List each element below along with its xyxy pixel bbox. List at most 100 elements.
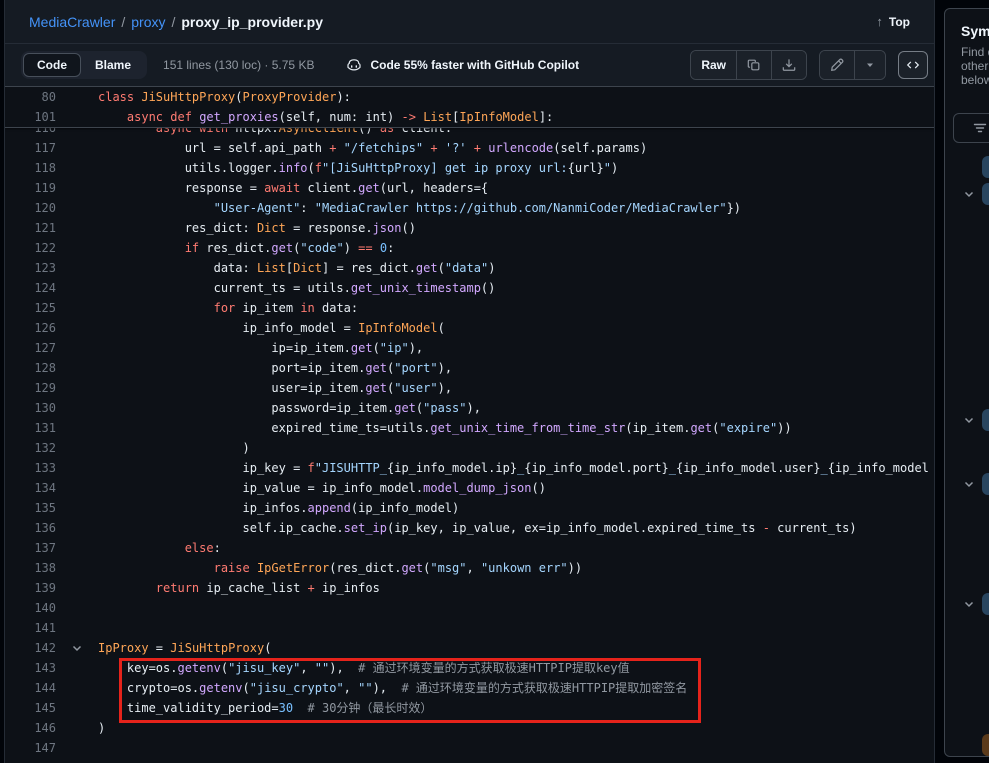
fold-column (56, 378, 98, 398)
symbol-pill[interactable] (982, 734, 989, 756)
line-number[interactable]: 137 (5, 538, 56, 558)
copy-button[interactable] (736, 51, 771, 79)
line-number[interactable]: 141 (5, 618, 56, 638)
code-line: 131 expired_time_ts=utils.get_unix_time_… (5, 418, 934, 438)
code-viewer: 80class JiSuHttpProxy(ProxyProvider):101… (5, 87, 934, 762)
line-number[interactable]: 145 (5, 698, 56, 718)
code-line-content: ip_info_model = IpInfoModel( (98, 318, 445, 338)
code-line-content: utils.logger.info(f"[JiSuHttpProxy] get … (98, 158, 618, 178)
symbol-pill[interactable] (982, 183, 989, 205)
code-line-content: return ip_cache_list + ip_infos (98, 578, 380, 598)
code-line: 129 user=ip_item.get("user"), (5, 378, 934, 398)
fold-column (56, 438, 98, 458)
fold-column (56, 558, 98, 578)
line-number[interactable]: 120 (5, 198, 56, 218)
file-toolbar: Code Blame 151 lines (130 loc) · 5.75 KB… (5, 44, 934, 87)
chevron-down-icon[interactable] (963, 598, 975, 610)
code-line-content: raise IpGetError(res_dict.get("msg", "un… (98, 558, 582, 578)
line-number[interactable]: 140 (5, 598, 56, 618)
breadcrumb-separator: / (171, 14, 175, 30)
breadcrumb-folder-link[interactable]: proxy (131, 14, 165, 30)
download-icon (782, 58, 796, 72)
download-button[interactable] (771, 51, 806, 79)
edit-dropdown-button[interactable] (854, 51, 885, 79)
fold-column (56, 278, 98, 298)
code-line: 133 ip_key = f"JISUHTTP_{ip_info_model.i… (5, 458, 934, 478)
chevron-down-icon[interactable] (963, 188, 975, 200)
fold-column (56, 218, 98, 238)
code-line-content: data: List[Dict] = res_dict.get("data") (98, 258, 495, 278)
code-line-content: port=ip_item.get("port"), (98, 358, 452, 378)
line-number[interactable]: 135 (5, 498, 56, 518)
line-number[interactable]: 118 (5, 158, 56, 178)
line-number[interactable]: 138 (5, 558, 56, 578)
line-number[interactable]: 121 (5, 218, 56, 238)
code-line: 125 for ip_item in data: (5, 298, 934, 318)
line-number[interactable]: 131 (5, 418, 56, 438)
code-line-content: ip_key = f"JISUHTTP_{ip_info_model.ip}_{… (98, 458, 929, 478)
line-number[interactable]: 124 (5, 278, 56, 298)
code-line: 122 if res_dict.get("code") == 0: (5, 238, 934, 258)
code-line-content: IpProxy = JiSuHttpProxy( (98, 638, 271, 658)
line-number[interactable]: 119 (5, 178, 56, 198)
code-line-content: for ip_item in data: (98, 298, 358, 318)
fold-column (56, 138, 98, 158)
symbol-pill[interactable] (982, 593, 989, 615)
back-to-top-button[interactable]: ↑ Top (876, 14, 910, 29)
code-line: 143 key=os.getenv("jisu_key", ""), # 通过环… (5, 658, 934, 678)
tab-code[interactable]: Code (23, 53, 81, 77)
copilot-icon (346, 57, 362, 73)
line-number[interactable]: 143 (5, 658, 56, 678)
line-number[interactable]: 132 (5, 438, 56, 458)
line-number[interactable]: 133 (5, 458, 56, 478)
code-line: 127 ip=ip_item.get("ip"), (5, 338, 934, 358)
filter-icon (972, 120, 988, 136)
line-number[interactable]: 123 (5, 258, 56, 278)
line-number[interactable]: 142 (5, 638, 56, 658)
symbol-pill[interactable] (982, 473, 989, 495)
symbols-toggle-button[interactable] (898, 51, 928, 79)
fold-column (56, 198, 98, 218)
up-arrow-icon: ↑ (876, 14, 883, 29)
code-line: 120 "User-Agent": "MediaCrawler https://… (5, 198, 934, 218)
edit-button[interactable] (820, 51, 854, 79)
line-number[interactable]: 129 (5, 378, 56, 398)
fold-column (56, 358, 98, 378)
chevron-down-icon[interactable] (963, 414, 975, 426)
line-number[interactable]: 147 (5, 738, 56, 758)
breadcrumb-repo-link[interactable]: MediaCrawler (29, 14, 115, 30)
line-number[interactable]: 130 (5, 398, 56, 418)
line-number[interactable]: 144 (5, 678, 56, 698)
line-number[interactable]: 136 (5, 518, 56, 538)
code-lines: 116 async with httpx.AsyncClient() as cl… (5, 118, 934, 758)
symbol-pill[interactable] (982, 156, 989, 178)
line-number[interactable]: 122 (5, 238, 56, 258)
code-line-content: current_ts = utils.get_unix_timestamp() (98, 278, 495, 298)
raw-button[interactable]: Raw (691, 51, 736, 79)
toolbar-actions: Raw (690, 50, 928, 80)
symbol-pill[interactable] (982, 409, 989, 431)
line-number[interactable]: 80 (5, 87, 56, 107)
fold-column (56, 718, 98, 738)
code-blame-switch: Code Blame (21, 51, 147, 79)
symbols-panel: Symbols Find definitions and references … (944, 8, 989, 757)
line-number[interactable]: 134 (5, 478, 56, 498)
code-line-content: else: (98, 538, 221, 558)
fold-column (56, 238, 98, 258)
code-line: 134 ip_value = ip_info_model.model_dump_… (5, 478, 934, 498)
line-number[interactable]: 101 (5, 107, 56, 127)
code-line: 130 password=ip_item.get("pass"), (5, 398, 934, 418)
line-number[interactable]: 146 (5, 718, 56, 738)
tab-blame[interactable]: Blame (81, 53, 145, 77)
symbols-filter-button[interactable] (953, 113, 989, 143)
line-number[interactable]: 139 (5, 578, 56, 598)
line-number[interactable]: 125 (5, 298, 56, 318)
line-number[interactable]: 126 (5, 318, 56, 338)
chevron-down-icon[interactable] (963, 478, 975, 490)
line-number[interactable]: 117 (5, 138, 56, 158)
fold-chevron-icon[interactable] (71, 642, 83, 654)
symbols-description-line: below or in the code. (961, 73, 989, 87)
line-number[interactable]: 128 (5, 358, 56, 378)
line-number[interactable]: 127 (5, 338, 56, 358)
breadcrumb-filename: proxy_ip_provider.py (181, 14, 323, 30)
